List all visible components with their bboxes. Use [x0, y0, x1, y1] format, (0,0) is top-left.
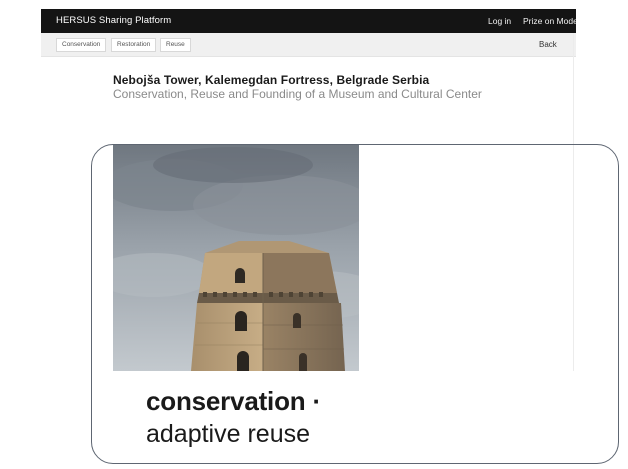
category-filter-bar: Conservation Restoration Reuse Back [41, 33, 576, 57]
page-title: Nebojša Tower, Kalemegdan Fortress, Belg… [113, 73, 430, 87]
column-divider [573, 33, 574, 371]
platform-name[interactable]: HERSUS Sharing Platform [56, 15, 171, 26]
prize-link[interactable]: Prize on Mode [523, 16, 576, 26]
tag-conservation[interactable]: Conservation [56, 38, 107, 52]
tag-reuse[interactable]: Reuse [160, 38, 191, 52]
caption-conservation: conservation · [146, 386, 321, 416]
page-subtitle: Conservation, Reuse and Founding of a Mu… [113, 87, 482, 101]
keyword-caption: conservation · adaptive reuse [146, 386, 321, 450]
back-link[interactable]: Back [539, 40, 557, 49]
platform-page: HERSUS Sharing Platform Log in Prize on … [41, 9, 576, 371]
caption-adaptive-reuse: adaptive reuse [146, 420, 311, 448]
tower-image [113, 145, 359, 371]
login-link[interactable]: Log in [488, 16, 511, 26]
tower-photo [113, 145, 359, 371]
top-navigation-bar: HERSUS Sharing Platform Log in Prize on … [41, 9, 576, 33]
tag-restoration[interactable]: Restoration [111, 38, 157, 52]
